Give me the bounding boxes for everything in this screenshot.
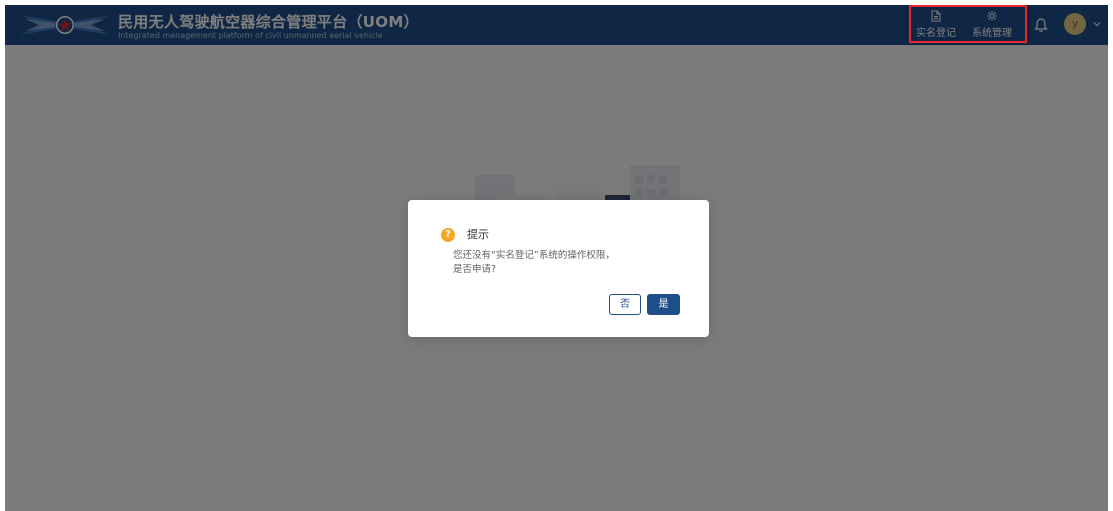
yes-button[interactable]: 是 (647, 294, 680, 315)
dialog-message: 您还没有“实名登记”系统的操作权限， 是否申请? (453, 249, 683, 277)
permission-dialog: ? 提示 您还没有“实名登记”系统的操作权限， 是否申请? 否 是 (408, 200, 709, 337)
no-button[interactable]: 否 (609, 294, 641, 315)
dialog-message-line: 您还没有“实名登记”系统的操作权限， (453, 250, 615, 261)
dialog-title: 提示 (467, 228, 489, 241)
question-icon: ? (441, 228, 455, 242)
dialog-message-line: 是否申请? (453, 264, 497, 275)
